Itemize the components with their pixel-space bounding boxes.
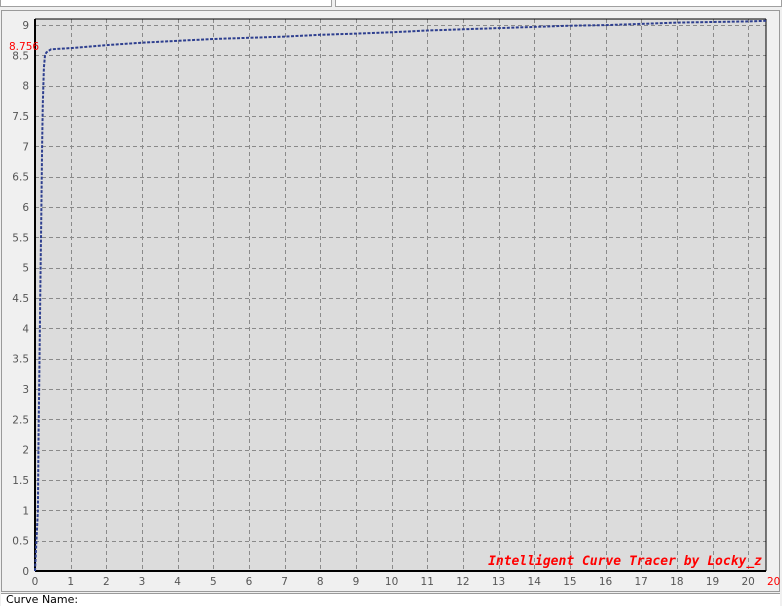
y-tick-label: 2.5	[12, 414, 29, 426]
y-tick-label: 0	[22, 566, 29, 578]
y-tick-label: 7.5	[12, 111, 29, 123]
y-tick-label: 2	[22, 445, 29, 457]
y-tick-label: 8	[22, 81, 29, 93]
x-tick-label: 3	[139, 576, 146, 588]
plot-area[interactable]	[35, 19, 766, 571]
x-tick-label: 2	[103, 576, 110, 588]
x-tick-label: 1	[67, 576, 74, 588]
y-tick-label: 1.5	[12, 475, 29, 487]
x-tick-label: 8	[317, 576, 324, 588]
curve-name-bar: Curve Name:	[1, 593, 780, 606]
y-tick-label: 5.5	[12, 232, 29, 244]
y-tick-label: 3.5	[12, 354, 29, 366]
y-tick-label: 1	[22, 505, 29, 517]
y-tick-label: 6	[22, 202, 29, 214]
x-tick-label: 6	[246, 576, 253, 588]
x-tick-label: 5	[210, 576, 217, 588]
x-tick-label: 4	[174, 576, 181, 588]
x-tick-label: 16	[599, 576, 613, 588]
x-tick-label: 14	[528, 576, 542, 588]
y-tick-label: 4.5	[12, 293, 29, 305]
y-tick-labels: 00.511.522.533.544.555.566.577.588.59	[12, 20, 29, 578]
top-input-field-left[interactable]	[0, 0, 332, 7]
x-tick-label: 13	[492, 576, 505, 588]
y-marker-label: 8.756	[9, 41, 39, 53]
x-edge-label: 20	[767, 576, 780, 588]
y-tick-label: 6.5	[12, 172, 29, 184]
x-tick-labels: 0 1 2 3 4 5 6 7 8 9 10 11 12 13 14 15 16 17 18 19 20	[32, 576, 755, 588]
y-tick-label: 9	[22, 20, 29, 32]
top-input-field-right[interactable]	[335, 0, 782, 7]
x-tick-label: 10	[385, 576, 398, 588]
top-toolbar-strip	[0, 0, 782, 10]
y-tick-label: 5	[22, 263, 29, 275]
x-tick-label: 15	[563, 576, 576, 588]
plot-panel: 0 0.5 1 1.5 2 2.5 3 3.5 4 4.5 5 5.5 6 6.5 7 7.5 8 8.5 9 01…	[1, 10, 780, 592]
y-tick-label: 0.5	[12, 536, 29, 548]
curve-tracer-window: 0 0.5 1 1.5 2 2.5 3 3.5 4 4.5 5 5.5 6 6.5 7 7.5 8 8.5 9 01…	[0, 0, 782, 606]
watermark-text: Intelligent Curve Tracer by Locky_z	[488, 554, 762, 569]
x-tick-label: 11	[421, 576, 434, 588]
y-tick-label: 3	[22, 384, 29, 396]
x-tick-label: 7	[281, 576, 288, 588]
chart[interactable]: 00.511.522.533.544.555.566.577.588.59 01…	[2, 11, 781, 593]
x-tick-label: 20	[741, 576, 754, 588]
y-tick-label: 7	[22, 141, 29, 153]
curve-name-label: Curve Name:	[6, 593, 79, 606]
y-tick-label: 4	[22, 323, 29, 335]
x-tick-label: 9	[353, 576, 360, 588]
x-tick-label: 12	[456, 576, 469, 588]
x-tick-label: 19	[706, 576, 719, 588]
x-tick-label: 17	[635, 576, 648, 588]
x-tick-label: 18	[670, 576, 683, 588]
x-tick-label: 0	[32, 576, 39, 588]
